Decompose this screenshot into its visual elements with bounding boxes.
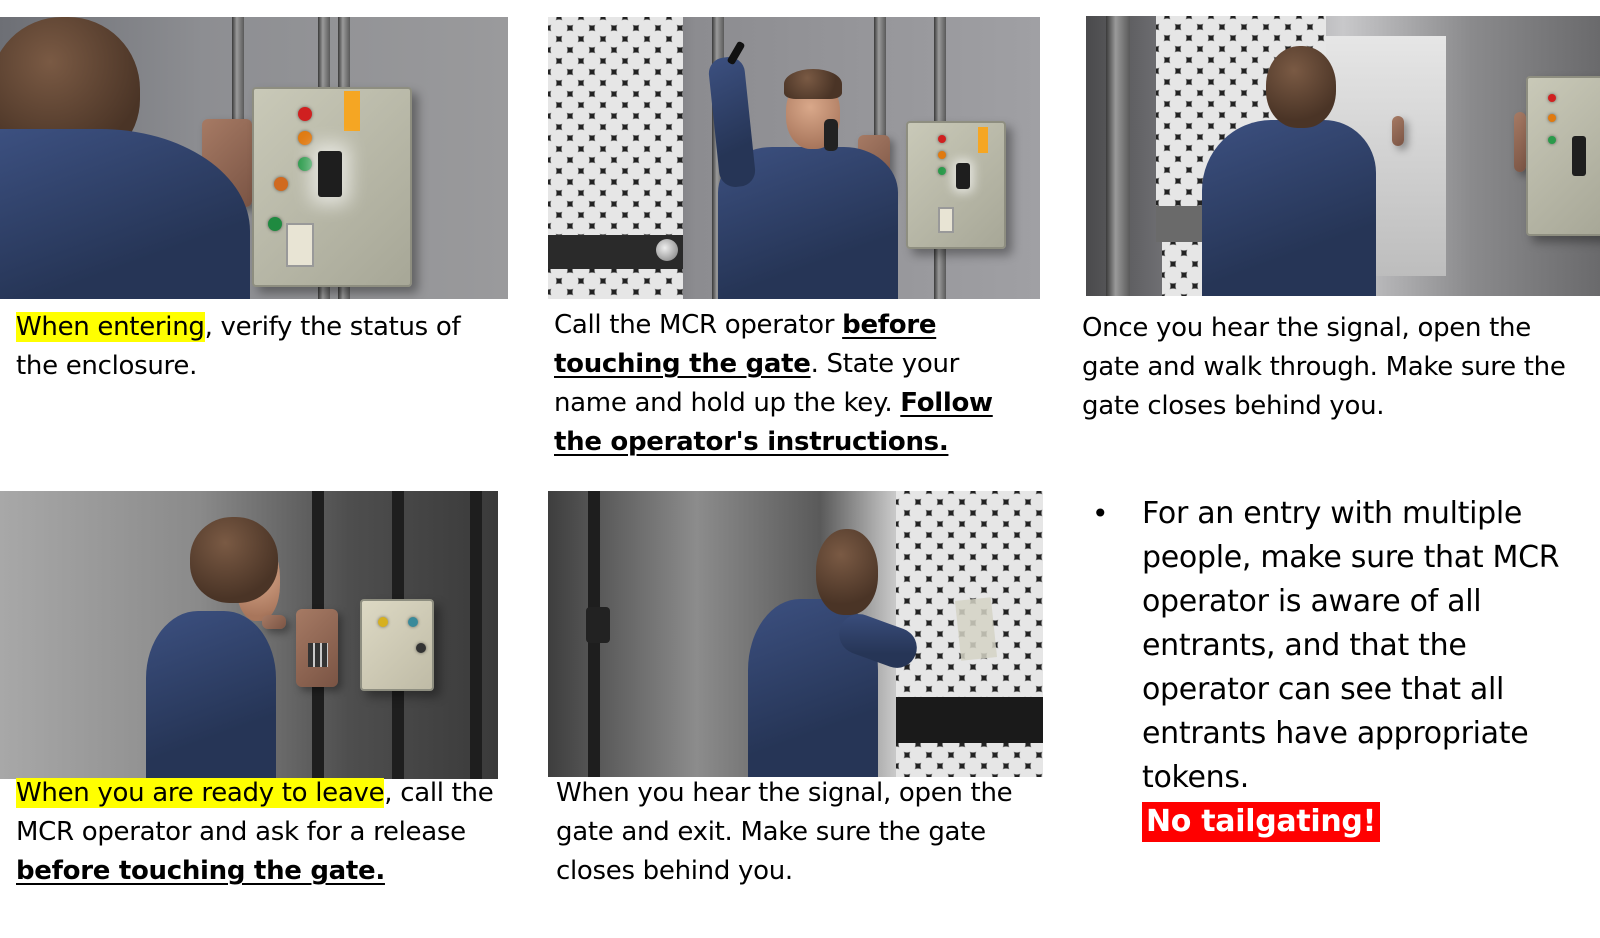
- red-indicator-light: [298, 107, 312, 121]
- step-4-caption: When you are ready to leave, call the MC…: [16, 774, 496, 891]
- step-3-image: [1086, 16, 1600, 296]
- person-head: [190, 517, 278, 603]
- red-indicator-light: [1548, 94, 1556, 102]
- enclosure-panel-icon: [252, 87, 412, 287]
- step-1-caption: When entering, verify the status of the …: [16, 308, 496, 386]
- step-3-caption: Once you hear the signal, open the gate …: [1082, 309, 1582, 426]
- caption-text: When you hear the signal, open the gate …: [556, 778, 1013, 886]
- warning-label: [344, 91, 360, 131]
- key-slot-icon: [938, 207, 954, 233]
- caption-text: Once you hear the signal, open the gate …: [1082, 313, 1566, 421]
- green-button: [268, 217, 282, 231]
- step-5-image: [548, 491, 1043, 777]
- step-2-caption: Call the MCR operator before touching th…: [554, 306, 1024, 462]
- key-slot-icon: [286, 223, 314, 267]
- door-handle-icon: [1392, 116, 1404, 146]
- orange-button: [274, 177, 288, 191]
- person-head: [816, 529, 878, 615]
- red-indicator-light: [938, 135, 946, 143]
- highlighted-phrase: When entering: [16, 312, 205, 342]
- green-indicator-light: [298, 157, 312, 171]
- amber-indicator-light: [1548, 114, 1556, 122]
- wall-phone-icon: [1514, 112, 1526, 172]
- green-indicator-light: [938, 167, 946, 175]
- person-head: [1266, 46, 1336, 128]
- highlighted-phrase: When you are ready to leave: [16, 778, 385, 808]
- note-text-block: For an entry with multiple people, make …: [1142, 492, 1562, 844]
- wall-phone-icon: [296, 609, 338, 687]
- wall-sensor-icon: [586, 607, 610, 643]
- gate-handle-bar: [896, 697, 1043, 743]
- card-reader-icon: [1572, 136, 1586, 176]
- person-hair: [784, 69, 842, 99]
- teal-indicator-light: [408, 617, 418, 627]
- step-1-image: [0, 17, 508, 299]
- amber-indicator-light: [938, 151, 946, 159]
- person-shirt: [146, 611, 276, 779]
- amber-indicator-light: [298, 131, 312, 145]
- note-text: For an entry with multiple people, make …: [1142, 496, 1560, 795]
- step-2-image: [548, 17, 1040, 299]
- dark-button: [416, 643, 426, 653]
- door-frame: [1106, 16, 1130, 296]
- yellow-indicator-light: [378, 617, 388, 627]
- keypad-icon: [308, 643, 328, 667]
- person-shirt: [1202, 120, 1376, 296]
- green-indicator-light: [1548, 136, 1556, 144]
- enclosure-panel-icon: [1526, 76, 1600, 236]
- no-tailgating-warning: No tailgating!: [1142, 802, 1380, 842]
- phone-handset-icon: [262, 615, 286, 629]
- card-reader-icon: [956, 163, 970, 189]
- warning-label: [978, 127, 988, 153]
- phone-handset-icon: [824, 119, 838, 151]
- caption-text: Call the MCR operator: [554, 310, 843, 340]
- step-5-caption: When you hear the signal, open the gate …: [556, 774, 1046, 891]
- bullet-icon: •: [1092, 497, 1109, 530]
- emphasis-before-touching-gate: before touching the gate.: [16, 856, 385, 886]
- enclosure-panel-icon: [954, 597, 998, 661]
- conduit-pipe: [470, 491, 482, 779]
- enclosure-panel-icon: [360, 599, 434, 691]
- step-4-image: [0, 491, 498, 779]
- door-knob-icon: [656, 239, 678, 261]
- enclosure-panel-icon: [906, 121, 1006, 249]
- card-reader-icon: [318, 151, 342, 197]
